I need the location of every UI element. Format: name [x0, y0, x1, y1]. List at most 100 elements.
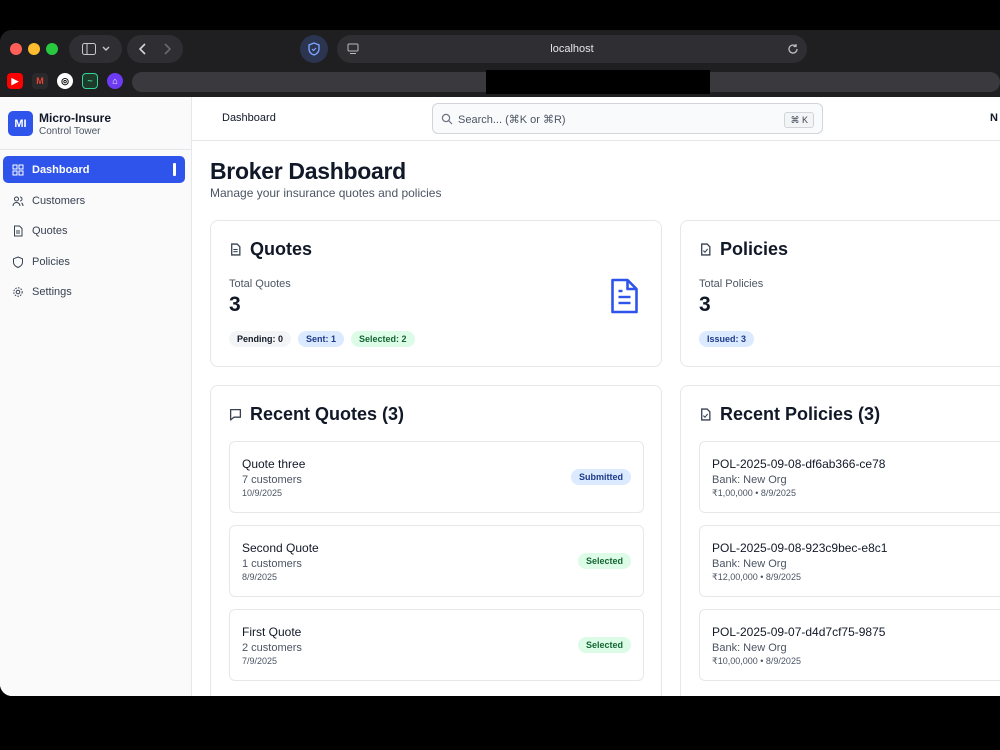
bookmarks-bar: ▶ M ◎ ~ ⌂	[0, 68, 1000, 96]
redacted-area	[486, 70, 710, 94]
list-item[interactable]: POL-2025-09-07-d4d7cf75-9875 Bank: New O…	[699, 609, 1000, 681]
policy-amount-date: ₹1,00,000 • 8/9/2025	[712, 488, 796, 498]
quote-name: Quote three	[242, 457, 306, 471]
search-icon	[441, 113, 453, 125]
file-check-icon	[701, 243, 711, 256]
quotes-title: Quotes	[250, 239, 313, 259]
breadcrumb[interactable]: Dashboard	[222, 112, 276, 124]
policy-amount-date: ₹12,00,000 • 8/9/2025	[712, 572, 801, 582]
main-content: Broker Dashboard Manage your insurance q…	[192, 142, 1000, 696]
browser-window: localhost ▶ M ◎ ~ ⌂ MI Micro-Insure Cont…	[0, 30, 1000, 696]
list-item[interactable]: First Quote 2 customers 7/9/2025 Selecte…	[229, 609, 644, 681]
card-title: Recent Quotes (3)	[229, 404, 404, 425]
quotes-summary-card: Quotes Total Quotes 3 Pending: 0 Sent: 1…	[210, 220, 662, 367]
sidebar-item-label: Policies	[32, 255, 70, 268]
youtube-icon[interactable]: ▶	[7, 73, 23, 89]
chatgpt-icon[interactable]: ◎	[57, 73, 73, 89]
quote-customers: 1 customers	[242, 558, 302, 570]
selected-badge: Selected: 2	[351, 331, 415, 347]
active-indicator	[173, 163, 176, 176]
nav-buttons	[127, 35, 183, 63]
sidebar-item-label: Customers	[32, 194, 86, 207]
total-quotes-label: Total Quotes	[229, 278, 291, 290]
policy-bank: Bank: New Org	[712, 642, 787, 654]
policy-number: POL-2025-09-08-923c9bec-e8c1	[712, 541, 888, 555]
sidebar-item-dashboard[interactable]: Dashboard	[3, 156, 185, 183]
title-bar: localhost	[0, 30, 1000, 68]
brand: MI Micro-Insure Control Tower	[0, 97, 191, 150]
back-icon[interactable]	[139, 43, 147, 55]
sent-badge: Sent: 1	[298, 331, 345, 347]
recent-policies-title: Recent Policies (3)	[720, 404, 881, 424]
brand-name: Micro-Insure	[39, 111, 112, 125]
card-title: Quotes	[229, 239, 312, 260]
total-quotes-value: 3	[229, 293, 241, 316]
top-bar: Dashboard Search... (⌘K or ⌘R) ⌘ K N	[192, 97, 1000, 141]
sidebar-item-quotes[interactable]: Quotes	[3, 217, 185, 244]
quote-customers: 2 customers	[242, 642, 302, 654]
dashboard-icon	[12, 164, 24, 175]
minimize-window-button[interactable]	[28, 43, 40, 55]
user-menu[interactable]: N	[990, 112, 998, 124]
forward-icon[interactable]	[163, 43, 171, 55]
policy-amount-date: ₹10,00,000 • 8/9/2025	[712, 656, 801, 666]
sidebar: MI Micro-Insure Control Tower Dashboard …	[0, 97, 192, 696]
policies-summary-card: Policies Total Policies 3 Issued: 3	[680, 220, 1000, 367]
activity-icon[interactable]: ~	[82, 73, 98, 89]
sidebar-toggle-button[interactable]	[69, 35, 122, 63]
address-bar[interactable]: localhost	[337, 35, 807, 63]
policies-title: Policies	[720, 239, 789, 259]
gmail-icon[interactable]: M	[32, 73, 48, 89]
sidebar-item-label: Quotes	[32, 224, 68, 237]
chevron-down-icon	[102, 46, 109, 51]
home-icon[interactable]: ⌂	[107, 73, 123, 89]
maximize-window-button[interactable]	[46, 43, 58, 55]
policy-bank: Bank: New Org	[712, 558, 787, 570]
card-title: Policies	[699, 239, 788, 260]
status-badge: Selected	[577, 553, 631, 569]
shield-icon	[308, 42, 320, 56]
users-icon	[12, 196, 24, 206]
search-placeholder: Search... (⌘K or ⌘R)	[458, 114, 566, 126]
quote-date: 10/9/2025	[242, 488, 283, 498]
file-text-icon	[231, 243, 241, 256]
list-item[interactable]: Quote three 7 customers 10/9/2025 Submit…	[229, 441, 644, 513]
sidebar-item-policies[interactable]: Policies	[3, 248, 185, 275]
total-policies-label: Total Policies	[699, 278, 764, 290]
sidebar-item-label: Settings	[32, 285, 72, 298]
search-input[interactable]: Search... (⌘K or ⌘R) ⌘ K	[432, 103, 823, 134]
quote-customers: 7 customers	[242, 474, 302, 486]
app: MI Micro-Insure Control Tower Dashboard …	[0, 97, 1000, 696]
status-badge: Submitted	[571, 469, 631, 485]
quote-date: 7/9/2025	[242, 656, 278, 666]
recent-quotes-card: Recent Quotes (3) Quote three 7 customer…	[210, 385, 662, 696]
policy-status-badges: Issued: 3	[699, 331, 755, 347]
sidebar-item-customers[interactable]: Customers	[3, 187, 185, 214]
status-badge: Selected	[577, 637, 631, 653]
sidebar-item-settings[interactable]: Settings	[3, 278, 185, 305]
url-text: localhost	[550, 43, 594, 55]
brand-logo: MI	[8, 111, 33, 136]
total-policies-value: 3	[699, 293, 711, 316]
sidebar-icon	[81, 43, 96, 55]
gear-icon	[13, 286, 23, 297]
sidebar-item-label: Dashboard	[32, 163, 90, 176]
file-check-icon	[701, 408, 711, 421]
list-item[interactable]: POL-2025-09-08-923c9bec-e8c1 Bank: New O…	[699, 525, 1000, 597]
list-item[interactable]: POL-2025-09-08-df6ab366-ce78 Bank: New O…	[699, 441, 1000, 513]
shield-extension-button[interactable]	[300, 35, 328, 63]
reload-icon[interactable]	[785, 41, 801, 57]
page-title: Broker Dashboard	[210, 158, 406, 184]
card-title: Recent Policies (3)	[699, 404, 880, 425]
policy-bank: Bank: New Org	[712, 474, 787, 486]
site-settings-icon[interactable]	[347, 43, 359, 55]
policy-number: POL-2025-09-08-df6ab366-ce78	[712, 457, 886, 471]
shortcut-hint: ⌘ K	[784, 112, 814, 128]
page-subtitle: Manage your insurance quotes and policie…	[210, 186, 442, 200]
list-item[interactable]: Second Quote 1 customers 8/9/2025 Select…	[229, 525, 644, 597]
close-window-button[interactable]	[10, 43, 22, 55]
document-icon	[611, 278, 638, 314]
recent-quotes-title: Recent Quotes (3)	[250, 404, 405, 424]
quote-status-badges: Pending: 0 Sent: 1 Selected: 2	[229, 331, 415, 347]
quote-name: First Quote	[242, 625, 302, 639]
